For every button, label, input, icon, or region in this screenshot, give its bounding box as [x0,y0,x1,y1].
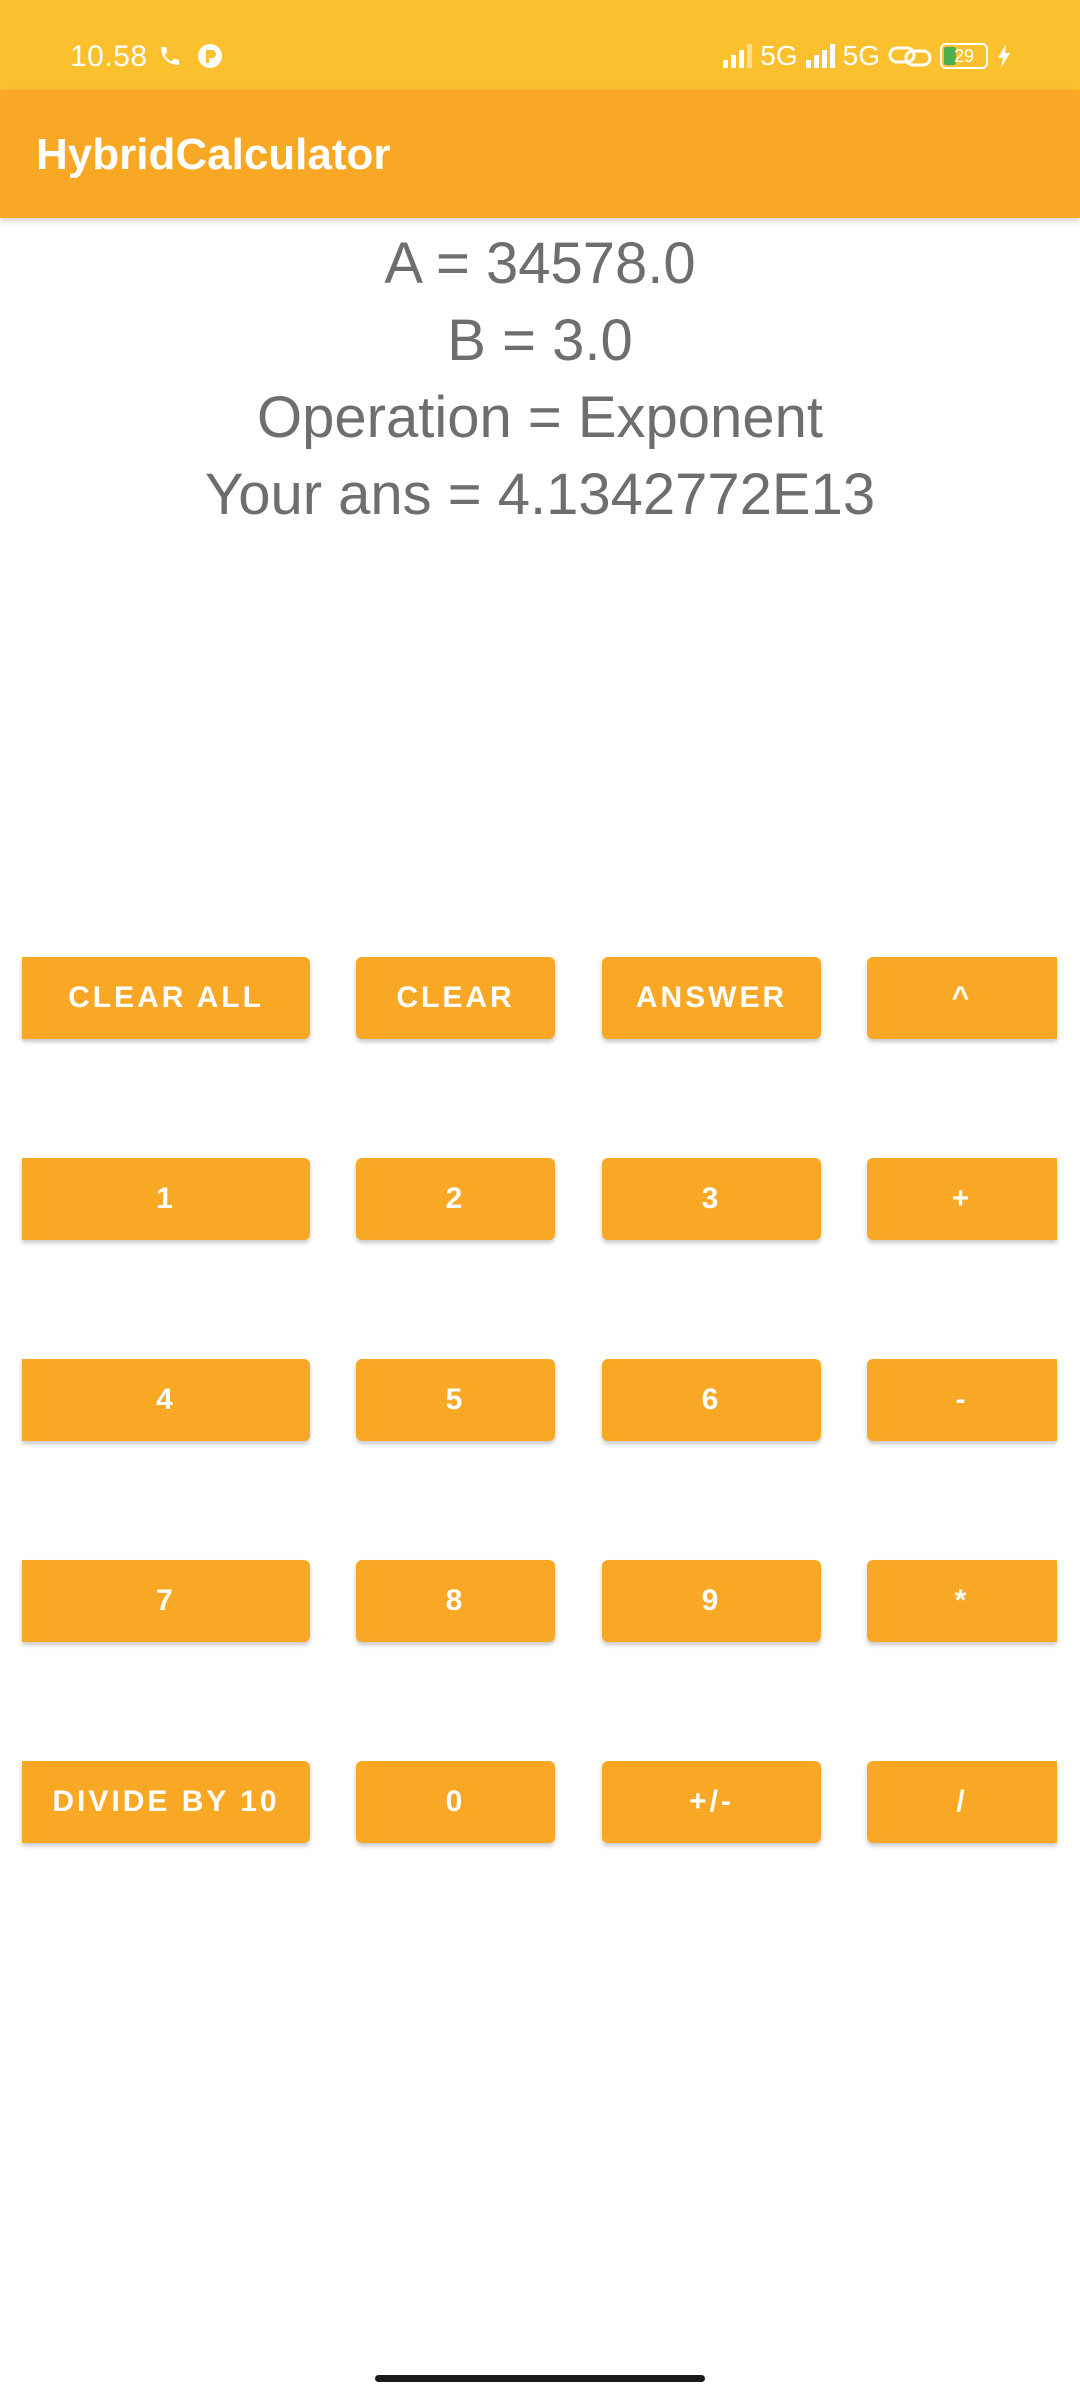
power-button[interactable]: ^ [867,957,1057,1039]
charging-icon [998,44,1010,68]
signal-icon [805,44,835,68]
app-title: HybridCalculator [36,130,391,179]
operand-b-text: B = 3.0 [447,308,633,373]
network-type-2: 5G [842,40,880,71]
status-right-icons: 5G 5G 29 [723,40,1012,72]
answer-text: Your ans = 4.1342772E13 [204,462,876,527]
link-icon [888,46,932,67]
status-bar: 10.58 5G 5G 29 [0,0,1080,90]
digit-1-button[interactable]: 1 [22,1158,310,1240]
digit-9-button[interactable]: 9 [602,1560,821,1642]
network-type-1: 5G [760,40,798,71]
clear-all-button[interactable]: CLEAR ALL [22,957,310,1039]
digit-3-button[interactable]: 3 [602,1158,821,1240]
negate-button[interactable]: +/- [602,1761,821,1843]
operation-text: Operation = Exponent [257,385,823,450]
plus-button[interactable]: + [867,1158,1057,1240]
digit-8-button[interactable]: 8 [356,1560,555,1642]
phone-icon [161,47,179,65]
answer-button[interactable]: ANSWER [602,957,821,1039]
digit-4-button[interactable]: 4 [22,1359,310,1441]
signal-icon [723,44,753,68]
result-display: A = 34578.0 B = 3.0 Operation = Exponent… [0,225,1080,533]
clear-button[interactable]: CLEAR [356,957,555,1039]
battery-icon: 29 [940,43,988,69]
operand-a-text: A = 34578.0 [384,231,696,296]
multiply-button[interactable]: * [867,1560,1057,1642]
digit-6-button[interactable]: 6 [602,1359,821,1441]
battery-level: 29 [953,45,975,66]
divide-button[interactable]: / [867,1761,1057,1843]
digit-5-button[interactable]: 5 [356,1359,555,1441]
digit-7-button[interactable]: 7 [22,1560,310,1642]
minus-button[interactable]: - [867,1359,1057,1441]
digit-2-button[interactable]: 2 [356,1158,555,1240]
digit-0-button[interactable]: 0 [356,1761,555,1843]
app-bar: HybridCalculator [0,90,1080,218]
status-time: 10.58 [70,40,148,73]
gesture-nav-handle[interactable] [375,2375,705,2382]
calculator-screen: 10.58 5G 5G 29 HybridCalculator A = 3457… [0,0,1080,2400]
notification-app-icon [198,44,222,68]
status-left-icons [158,42,224,70]
divide-by-10-button[interactable]: DIVIDE BY 10 [22,1761,310,1843]
